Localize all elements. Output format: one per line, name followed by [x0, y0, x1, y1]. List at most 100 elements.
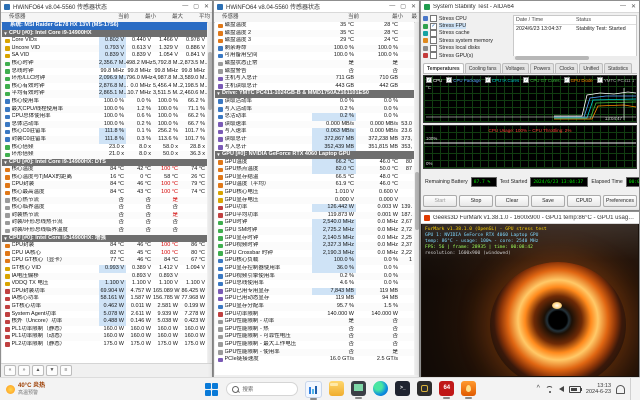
sensor-row[interactable]: 平均有效时钟2,865.1 M...10.7 MHz3,511.5 M...2,… [2, 90, 207, 98]
sensor-row[interactable]: 磁盘温度35 °C28 °C [215, 22, 414, 30]
close-icon[interactable]: ✕ [631, 3, 636, 10]
sensor-row[interactable]: Uncore VID0.793 V0.613 V1.329 V0.886 V [2, 45, 207, 53]
scrollbar-thumb[interactable] [415, 172, 419, 230]
sensor-row[interactable]: 总体活动率100.0 %0.2 %100.0 %66.7 % [2, 121, 207, 129]
sensor-row[interactable]: GPU Crossbar 时钟2,190.3 MHz0.0 MHz2,22 [215, 250, 414, 258]
volume-icon[interactable] [559, 386, 564, 392]
sensor-row[interactable]: 可用备用空间100.0 %100.0 % [215, 52, 414, 60]
taskbar-app-monitor[interactable] [351, 381, 366, 396]
aida64-titlebar[interactable]: System Stability Test - AIDA64 — ✕ [421, 1, 639, 13]
sensor-row[interactable]: GPU性能限制 - 热否否 [215, 326, 414, 334]
sensor-section-header[interactable]: ▼CPU [#0]: Intel Core i9-14900HX: 增强 [2, 235, 207, 243]
sensor-row[interactable]: GPU已用专用显存7,843 MB119 MB [215, 288, 414, 296]
clear-button[interactable]: Clear [495, 195, 529, 207]
hwinfo-mid-titlebar[interactable]: HWiNFO64 v8.04-5560 传感器状态 — ▢ ✕ [214, 1, 419, 13]
sensor-row[interactable]: 核心热节流否否是 [2, 197, 207, 205]
network-icon[interactable] [545, 386, 554, 393]
start-button[interactable]: Start [423, 195, 457, 207]
sensor-row[interactable]: System Agent功率5.078 W2.611 W9.939 W7.278… [2, 311, 207, 319]
hwinfo-left-titlebar[interactable]: HWiNFO64 v8.04-5560 传感器状态 — ▢ ✕ [1, 1, 212, 13]
sensor-row[interactable]: 环形倍频21.0 x8.0 x50.0 x36.3 x [2, 151, 207, 159]
sensor-row[interactable]: GPU温度66.2 °C46.0 °C80 [215, 159, 414, 167]
sensor-row[interactable]: GPU功率限制140.000 W140.000 W [215, 311, 414, 319]
column-header-0[interactable]: 传感器 [214, 13, 317, 22]
log-row[interactable]: 2024/6/23 13:04:37Stability Test: Starte… [514, 25, 636, 33]
weather-widget[interactable]: 40°C 炎热 高温预警 [0, 383, 150, 396]
sensor-row[interactable]: GPU视频引擎使用率0.2 %0.0 % [215, 273, 414, 281]
sensor-row[interactable]: 核心C0驻留率111.8 %0.1 %256.2 %101.7 % [2, 128, 207, 136]
minimize-icon[interactable]: — [389, 3, 395, 10]
stress-option-cpu[interactable]: Stress CPU [423, 15, 509, 22]
legend-checkbox-icon[interactable]: ✓ [564, 77, 570, 83]
sensor-row[interactable]: 剩余寿命100.0 %100.0 % [215, 45, 414, 53]
stress-option-fpu[interactable]: ✓Stress FPU [423, 22, 509, 29]
sensor-row[interactable]: 核心温度84 °C42 °C100 °C74 °C [2, 166, 207, 174]
vertical-scrollbar[interactable] [415, 22, 419, 375]
sensor-row[interactable]: 核心使用率100.0 %0.0 %100.0 %66.2 % [2, 98, 207, 106]
sensor-row[interactable]: 磁盘温度 329 °C24 °C [215, 37, 414, 45]
scrollbar-thumb[interactable] [515, 56, 589, 60]
checkbox-icon[interactable] [430, 15, 437, 22]
sensor-row[interactable]: GPU平均功率119.873 W0.001 W187. [215, 212, 414, 220]
cpuid-button[interactable]: CPUID [567, 195, 601, 207]
stress-option-cache[interactable]: Stress cache [423, 30, 509, 37]
legend-checkbox-icon[interactable]: ✓ [485, 77, 491, 83]
notification-bell-icon[interactable] [616, 385, 625, 394]
log-column-datetime[interactable]: Date / Time [514, 16, 574, 24]
sensor-row[interactable]: 读取总计372,867 MB372,238 MB373, [215, 136, 414, 144]
furmark-titlebar[interactable]: Geeks3D FurMark v1.38.1.0 - 1600x900 - G… [421, 212, 639, 224]
horizontal-scrollbar[interactable] [513, 56, 637, 60]
sensor-row[interactable]: 封装热节流否否是 [2, 212, 207, 220]
tab-powers[interactable]: Powers [530, 63, 555, 73]
checkbox-icon[interactable] [430, 30, 437, 37]
column-header-2[interactable]: 最小 [131, 13, 158, 22]
log-column-status[interactable]: Status [574, 16, 636, 24]
checkbox-icon[interactable] [430, 45, 437, 52]
sensor-row[interactable]: GPU性能限制 - 最大工作电压否否 [215, 341, 414, 349]
preferences-button[interactable]: Preferences [603, 195, 637, 207]
sensor-row[interactable]: CPU GT核心（显卡）77 °C46 °C84 °C67 °C [2, 257, 207, 265]
sensor-row[interactable]: GPU性能限制 - 功率是否 [215, 318, 414, 326]
minimize-icon[interactable]: — [182, 3, 188, 10]
sensor-section-header[interactable]: ▼CPU [#0]: Intel Core i9-14900HX [2, 30, 207, 38]
tab-clocks[interactable]: Clocks [555, 63, 578, 73]
sensor-row[interactable]: GPU热点温度82.0 °C50.0 °C87 [215, 166, 414, 174]
sensor-row[interactable]: 读取速率0.000 MB/s0.000 MB/s53.0 [215, 121, 414, 129]
logging-icon[interactable]: ▼ [46, 365, 58, 376]
taskbar-app-file-explorer[interactable] [329, 381, 344, 396]
column-header-3[interactable]: 最 [405, 13, 419, 22]
sensor-row[interactable]: 磁盘状态正常是是 [215, 60, 414, 68]
sensor-row[interactable]: GPU核心负载100.0 %0.0 %1 [215, 257, 414, 265]
column-header-4[interactable]: 平均 [185, 13, 212, 22]
maximize-icon[interactable]: ▢ [400, 3, 406, 10]
tab-temperatures[interactable]: Temperatures [423, 63, 464, 73]
vertical-scrollbar[interactable] [208, 22, 212, 363]
taskbar-app-hwinfo64[interactable]: 64 [439, 381, 454, 396]
maximize-icon[interactable]: ▢ [193, 3, 199, 10]
sensor-row[interactable]: GPU温度（平均）61.9 °C46.0 °C [215, 181, 414, 189]
stress-option-gpu[interactable]: Stress GPU(s) [423, 52, 509, 59]
sensor-section-header[interactable]: ▼Drive: YMTC PC411-1024GB-B & MMD1750AZ1… [215, 90, 414, 98]
sensor-row[interactable]: GPU已用动态显存119 MB94 MB [215, 295, 414, 303]
tab-unified[interactable]: Unified [579, 63, 603, 73]
sensor-row[interactable]: GPU核心电压1.010 V0.600 V [215, 189, 414, 197]
taskbar-app-edge-browser[interactable] [373, 381, 388, 396]
log-header[interactable]: Date / Time Status [514, 16, 636, 25]
column-header-2[interactable]: 最小 [361, 13, 405, 22]
column-header-3[interactable]: 最大 [158, 13, 185, 22]
collapse-all-icon[interactable]: « [4, 365, 16, 376]
minimize-icon[interactable]: — [620, 3, 626, 10]
sensor-row[interactable]: 写入活动率0.2 %0.0 % [215, 106, 414, 114]
sensor-row[interactable]: 磁盘警告否否 [215, 68, 414, 76]
taskbar-app-task-manager[interactable] [305, 381, 322, 398]
sensor-row[interactable]: CPU封装功率69.904 W4.757 W165.089 W86.425 W [2, 288, 207, 296]
sensor-row[interactable]: 写入总计352,439 MB351,815 MB353, [215, 144, 414, 152]
sensor-row[interactable]: GT核心 VID0.993 V0.389 V1.412 V1.094 V [2, 265, 207, 273]
sensor-row[interactable]: GPU时钟2,540.0 MHz0.0 MHz2,67 [215, 219, 414, 227]
sensor-row[interactable]: IA核心功率58.161 W1.587 W156.785 W77.968 W [2, 295, 207, 303]
expand-all-icon[interactable]: » [18, 365, 30, 376]
search-input[interactable]: 搜索 [226, 382, 298, 396]
tab-voltages[interactable]: Voltages [502, 63, 529, 73]
sensor-row[interactable]: 核心最高温度84 °C43 °C100 °C74 °C [2, 189, 207, 197]
sensor-row[interactable]: GPU功率126.442 W0.003 W139. [215, 204, 414, 212]
